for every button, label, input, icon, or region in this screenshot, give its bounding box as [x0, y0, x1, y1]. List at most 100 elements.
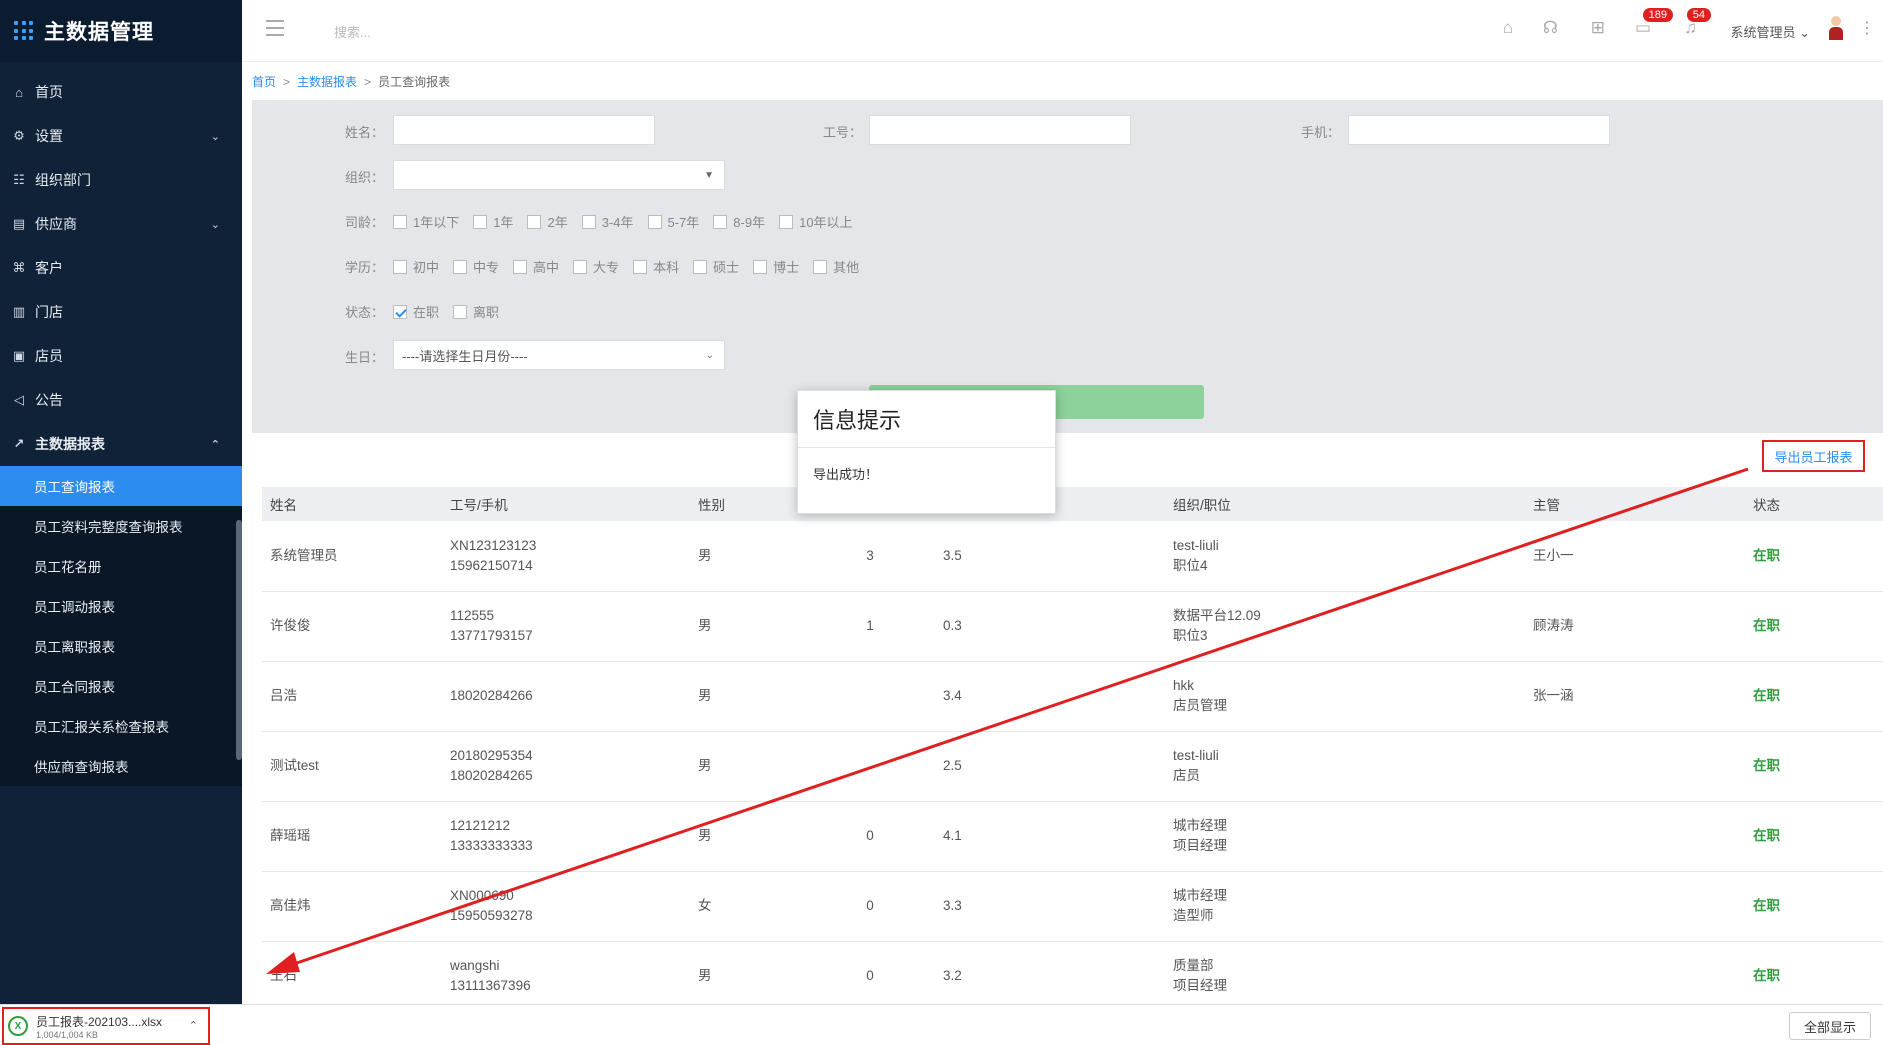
submenu-item[interactable]: 员工离职报表 [0, 626, 242, 666]
checkbox-option[interactable]: 10年以上 [779, 212, 853, 231]
user-menu[interactable]: 系统管理员 ⌄ [1730, 22, 1810, 41]
sidebar-item-notice[interactable]: ◁ 公告 [0, 378, 242, 422]
table-row[interactable]: 吕浩 18020284266 男 3.4 hkk 店员管理 张一涵 在职 [262, 661, 1883, 731]
employee-name: 许俊俊 [270, 618, 311, 633]
chevron-up-icon[interactable]: ⌃ [189, 1019, 198, 1032]
sidebar-item-customer[interactable]: ⌘ 客户 [0, 246, 242, 290]
submenu-item[interactable]: 员工花名册 [0, 546, 242, 586]
checkbox[interactable] [393, 259, 407, 274]
sidebar-menu: ⌂ 首页 ⚙ 设置 ⌄ ☷ 组织部门 ▤ 供应商 ⌄ ⌘ 客户 ▥ 门店 ▣ 店员 ◁ 公告 ↗ 主数据报表 ⌃ 员工查询… [0, 62, 242, 786]
checkbox[interactable] [513, 259, 528, 274]
checkbox[interactable] [453, 304, 468, 319]
table-row[interactable]: 王石 wangshi 13111367396 男 0 3.2 质量部 项目经理 在职 [262, 941, 1883, 1011]
checkbox-option[interactable]: 1年 [473, 212, 513, 231]
submenu-item[interactable]: 员工资料完整度查询报表 [0, 506, 242, 546]
checkbox-option[interactable]: 5-7年 [647, 212, 699, 231]
submenu-item[interactable]: 供应商查询报表 [0, 746, 242, 786]
home-icon[interactable]: ⌂ [1503, 18, 1513, 38]
checkbox-option[interactable]: 大专 [573, 257, 619, 276]
checkbox-option[interactable]: 中专 [453, 257, 499, 276]
breadcrumb-home[interactable]: 首页 [252, 75, 276, 89]
checkbox[interactable] [693, 259, 708, 274]
checkbox-option[interactable]: 1年以下 [393, 212, 459, 231]
table-row[interactable]: 高佳炜 XN000690 15950593278 女 0 3.3 城市经理 造型师 在职 [262, 871, 1883, 941]
checkbox-option[interactable]: 3-4年 [581, 212, 634, 231]
search-input[interactable]: 搜索... [334, 22, 371, 41]
submenu-item[interactable]: 员工查询报表 [0, 466, 242, 506]
table-row[interactable]: 系统管理员 XN123123123 15962150714 男 3 3.5 test-liu… [262, 521, 1883, 591]
name-input[interactable] [393, 115, 655, 145]
checkbox[interactable] [393, 214, 407, 229]
tenure-label: 司龄： [344, 215, 384, 230]
checkbox-option[interactable]: 2年 [527, 212, 568, 231]
checkbox-label: 2年 [547, 215, 568, 230]
apps-grid-icon[interactable]: ⊞ [1591, 18, 1605, 38]
checkbox[interactable] [581, 214, 596, 229]
export-employee-report-link[interactable]: 导出员工报表 [1774, 447, 1852, 466]
checkbox-label: 本科 [653, 260, 680, 275]
app-grid-icon [14, 21, 34, 41]
sidebar-item-label: 主数据报表 [35, 436, 105, 452]
checkbox-option[interactable]: 其他 [813, 257, 859, 276]
breadcrumb-reports[interactable]: 主数据报表 [297, 75, 357, 89]
checkbox[interactable] [647, 214, 662, 229]
checkbox[interactable] [713, 214, 728, 229]
checkbox[interactable] [813, 259, 828, 274]
checkbox-option[interactable]: 博士 [753, 257, 799, 276]
checkbox-option[interactable]: 在职 [393, 302, 439, 321]
checkbox[interactable] [779, 214, 794, 229]
checkbox-option[interactable]: 初中 [393, 257, 439, 276]
checkbox-option[interactable]: 本科 [633, 257, 679, 276]
breadcrumb-current: 员工查询报表 [378, 75, 451, 89]
sidebar-item-org[interactable]: ☷ 组织部门 [0, 158, 242, 202]
download-item[interactable]: X 员工报表-202103....xlsx 1,004/1,004 KB ⌃ [2, 1007, 210, 1045]
employee-id-phone: XN123123123 15962150714 [442, 521, 690, 591]
checkbox-label: 在职 [413, 305, 440, 320]
checkbox[interactable] [753, 259, 768, 274]
org-select[interactable]: ▼ [393, 160, 725, 190]
sidebar-item-clerk[interactable]: ▣ 店员 [0, 334, 242, 378]
table-row[interactable]: 测试test 20180295354 18020284265 男 2.5 test-liu… [262, 731, 1883, 801]
checkbox[interactable] [573, 259, 588, 274]
employee-id-phone: XN000690 15950593278 [442, 871, 690, 941]
sidebar-item-chart[interactable]: ↗ 主数据报表 ⌃ [0, 422, 242, 466]
status-options: 在职 离职 [393, 302, 513, 321]
sidebar-item-gear[interactable]: ⚙ 设置 ⌄ [0, 114, 242, 158]
name-label: 姓名： [344, 125, 384, 140]
checkbox[interactable] [453, 259, 468, 274]
sidebar-item-supplier[interactable]: ▤ 供应商 ⌄ [0, 202, 242, 246]
phone-input[interactable] [1348, 115, 1610, 145]
top-header: 搜索... ⌂ ☊ ⊞ ▭ 189 ♫ 54 系统管理员 ⌄ ⋮ [242, 0, 1883, 62]
employee-org-position: test-liuli 职位4 [1165, 521, 1525, 591]
checkbox[interactable] [633, 259, 648, 274]
checkbox-option[interactable]: 硕士 [693, 257, 739, 276]
show-all-button[interactable]: 全部显示 [1788, 1012, 1871, 1040]
checkbox-option[interactable]: 8-9年 [713, 212, 765, 231]
checkbox[interactable] [473, 214, 488, 229]
employee-gender: 男 [698, 547, 712, 563]
submenu-item[interactable]: 员工汇报关系检查报表 [0, 706, 242, 746]
checkbox[interactable] [527, 214, 542, 229]
submenu-item[interactable]: 员工调动报表 [0, 586, 242, 626]
sidebar-item-home[interactable]: ⌂ 首页 [0, 70, 242, 114]
checkbox-option[interactable]: 高中 [513, 257, 559, 276]
employee-org: 城市经理 [1173, 888, 1227, 903]
avatar[interactable] [1829, 16, 1843, 40]
table-row[interactable]: 薛瑶瑶 12121212 13333333333 男 0 4.1 城市经理 项目经理 在职 [262, 801, 1883, 871]
employee-name: 系统管理员 [270, 547, 338, 563]
more-icon[interactable]: ⋮ [1859, 18, 1875, 38]
employee-id-input[interactable] [869, 115, 1131, 145]
sidebar-scrollbar[interactable] [236, 520, 242, 760]
table-row[interactable]: 许俊俊 112555 13771793157 男 1 0.3 数据平台12.09 职位3 顾涛涛… [262, 591, 1883, 661]
birthday-month-select[interactable]: ----请选择生日月份---- ⌄ [393, 340, 725, 370]
employee-id: 12121212 [450, 818, 511, 833]
menu-toggle-icon[interactable] [266, 20, 284, 36]
checkbox[interactable] [393, 304, 407, 319]
status-label: 状态： [344, 305, 384, 320]
chevron-icon: ⌄ [210, 130, 220, 143]
column-header: 性别 [698, 498, 725, 513]
sidebar-item-store[interactable]: ▥ 门店 [0, 290, 242, 334]
headset-icon[interactable]: ☊ [1543, 18, 1558, 38]
checkbox-option[interactable]: 离职 [453, 302, 499, 321]
submenu-item[interactable]: 员工合同报表 [0, 666, 242, 706]
